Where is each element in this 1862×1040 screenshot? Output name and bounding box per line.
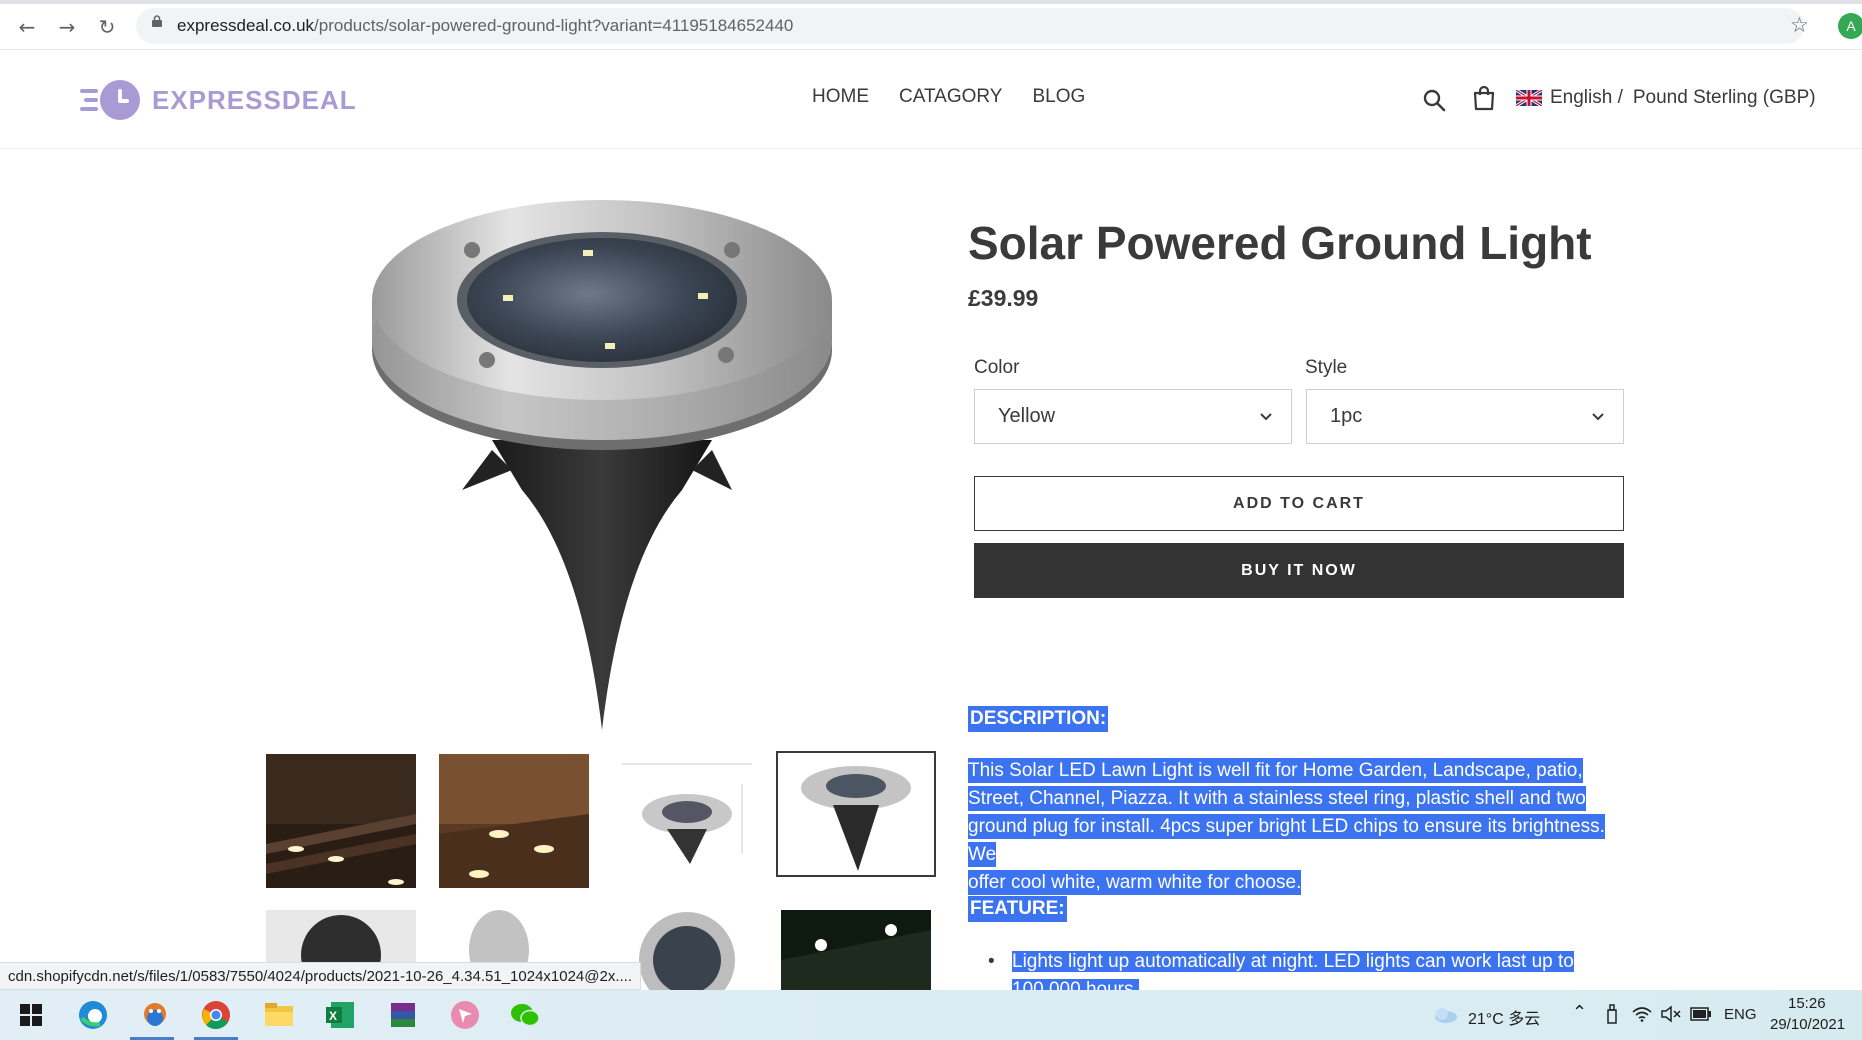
feature-heading: FEATURE: — [968, 896, 1067, 922]
description-line: ground plug for install. 4pcs super brig… — [968, 814, 1605, 867]
thumbnail-image — [781, 910, 931, 990]
buy-it-now-button[interactable]: BUY IT NOW — [974, 543, 1624, 598]
color-select[interactable]: Yellow — [974, 389, 1292, 444]
color-label: Color — [974, 357, 1020, 378]
winrar-icon[interactable] — [386, 998, 420, 1032]
lock-icon — [152, 15, 162, 27]
chevron-down-icon — [1260, 413, 1272, 421]
description-line: Street, Channel, Piazza. It with a stain… — [968, 786, 1586, 811]
app-icon-pink[interactable] — [448, 998, 482, 1032]
uk-flag-icon — [1516, 90, 1542, 106]
add-to-cart-button[interactable]: ADD TO CART — [974, 476, 1624, 531]
nav-home[interactable]: HOME — [812, 86, 869, 108]
cart-bag-icon[interactable] — [1472, 85, 1496, 111]
profile-avatar[interactable]: A — [1838, 13, 1862, 39]
windows-taskbar: X 21°C 多云 ⌃ ENG 15:26 29/10/2021 — [0, 990, 1862, 1040]
style-select-value: 1pc — [1330, 405, 1363, 427]
app-icon-game[interactable] — [138, 998, 172, 1032]
product-title: Solar Powered Ground Light — [968, 217, 1592, 269]
forward-icon[interactable]: → — [52, 12, 82, 42]
product-price: £39.99 — [968, 285, 1039, 311]
chevron-down-icon — [1592, 413, 1604, 421]
header-actions: English / Pound Sterling (GBP) — [1422, 84, 1816, 112]
chevron-up-icon[interactable]: ⌃ — [1572, 1002, 1587, 1023]
svg-text:X: X — [329, 1009, 337, 1023]
logo-text: EXPRESSDEAL — [152, 84, 357, 115]
thumbnail-image — [439, 754, 589, 888]
back-icon[interactable]: ← — [12, 12, 42, 42]
clock-time[interactable]: 15:26 — [1788, 995, 1826, 1012]
logo-lines-icon — [74, 83, 98, 117]
search-icon[interactable] — [1422, 88, 1446, 112]
weather-cloud-icon[interactable] — [1432, 1006, 1458, 1024]
nav-catagory[interactable]: CATAGORY — [899, 86, 1002, 108]
input-language[interactable]: ENG — [1724, 1006, 1757, 1023]
description-line: offer cool white, warm white for choose. — [968, 870, 1302, 895]
url-text[interactable]: expressdeal.co.uk/products/solar-powered… — [177, 16, 793, 36]
speaker-muted-icon[interactable] — [1660, 1005, 1682, 1023]
site-logo[interactable]: EXPRESSDEAL — [74, 78, 357, 122]
url-path: /products/solar-powered-ground-light?var… — [314, 16, 794, 35]
description-body: This Solar LED Lawn Light is well fit fo… — [968, 757, 1638, 897]
wechat-icon[interactable] — [508, 998, 542, 1032]
tab-strip-edge — [0, 0, 1862, 4]
feature-text: Lights light up automatically at night. … — [1012, 951, 1574, 972]
thumbnail-image — [266, 754, 416, 888]
clock-date[interactable]: 29/10/2021 — [1770, 1016, 1845, 1033]
product-main-image[interactable] — [322, 200, 882, 730]
thumbnail-3[interactable] — [612, 754, 762, 888]
edge-browser-icon[interactable] — [76, 998, 110, 1032]
bullet-icon: • — [988, 951, 995, 972]
thumbnail-image — [778, 753, 934, 875]
style-select[interactable]: 1pc — [1306, 389, 1624, 444]
link-status-bar: cdn.shopifycdn.net/s/files/1/0583/7550/4… — [0, 962, 642, 990]
style-label: Style — [1305, 357, 1348, 378]
language-selector[interactable]: English / — [1550, 87, 1623, 109]
nav-blog[interactable]: BLOG — [1032, 86, 1085, 108]
color-select-value: Yellow — [998, 405, 1056, 427]
url-host: expressdeal.co.uk — [177, 16, 315, 35]
thumbnail-image — [612, 754, 762, 888]
thumbnail-8[interactable] — [781, 910, 931, 990]
excel-icon[interactable]: X — [323, 998, 357, 1032]
main-nav: HOME CATAGORY BLOG — [812, 86, 1085, 108]
description-heading: DESCRIPTION: — [968, 706, 1109, 732]
usb-device-icon[interactable] — [1606, 1004, 1618, 1024]
description-line: This Solar LED Lawn Light is well fit fo… — [968, 758, 1583, 783]
wifi-icon[interactable] — [1632, 1006, 1652, 1022]
file-explorer-icon[interactable] — [262, 998, 296, 1032]
site-header: EXPRESSDEAL HOME CATAGORY BLOG English /… — [0, 50, 1862, 149]
thumbnail-2[interactable] — [439, 754, 589, 888]
thumbnail-1[interactable] — [266, 754, 416, 888]
browser-toolbar: ← → ↻ expressdeal.co.uk/products/solar-p… — [0, 0, 1862, 50]
chrome-icon[interactable] — [199, 998, 233, 1032]
reload-icon[interactable]: ↻ — [92, 12, 122, 42]
bookmark-star-icon[interactable]: ☆ — [1790, 13, 1809, 37]
windows-start-icon[interactable] — [14, 998, 48, 1032]
weather-text[interactable]: 21°C 多云 — [1468, 1005, 1540, 1029]
clock-icon — [100, 80, 140, 120]
currency-selector[interactable]: Pound Sterling (GBP) — [1633, 87, 1816, 109]
battery-icon[interactable] — [1690, 1007, 1712, 1021]
thumbnail-4[interactable] — [776, 751, 936, 877]
